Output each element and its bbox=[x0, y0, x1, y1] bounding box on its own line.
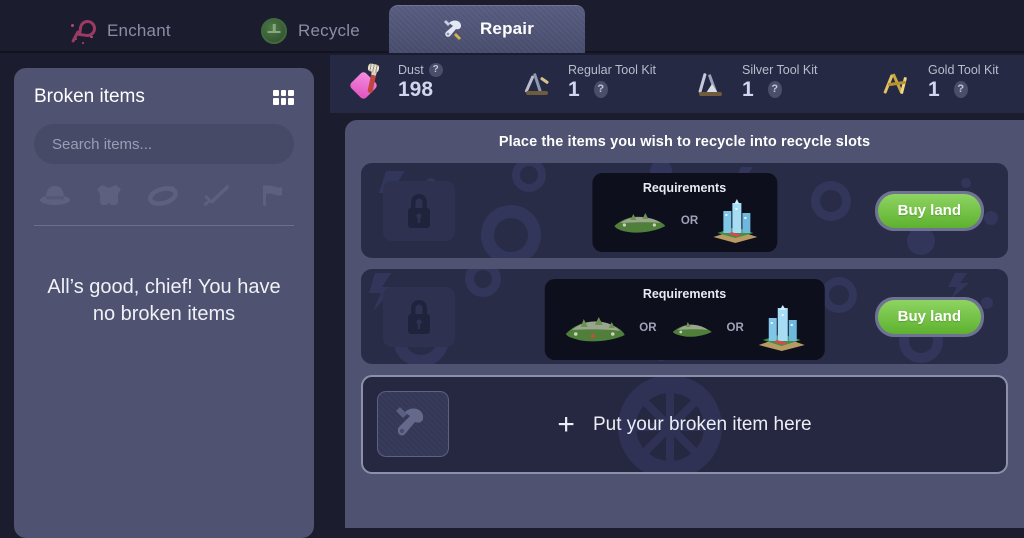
slot-lock-container bbox=[383, 287, 455, 347]
tab-recycle-label: Recycle bbox=[298, 21, 360, 41]
lock-icon bbox=[399, 190, 439, 232]
resource-regular-label: Regular Tool Kit bbox=[568, 63, 656, 77]
dust-crystal-icon bbox=[352, 63, 390, 103]
resource-bar: Dust ? 198 Regular Tool Kit 1 ? bbox=[330, 55, 1024, 113]
city-icon bbox=[711, 199, 759, 243]
resource-gold-value: 1 bbox=[928, 78, 940, 101]
recycle-icon bbox=[261, 18, 287, 44]
hat-icon[interactable] bbox=[38, 181, 72, 211]
broken-items-panel: Broken items bbox=[14, 68, 314, 538]
main-tab-bar: Enchant Recycle Repair bbox=[0, 0, 1024, 53]
city-icon bbox=[757, 305, 807, 351]
recycle-slot-locked-2[interactable]: Requirements OR bbox=[361, 269, 1008, 364]
open-slot-prompt: + Put your broken item here bbox=[557, 410, 811, 440]
tab-recycle[interactable]: Recycle bbox=[239, 8, 382, 53]
resource-regular-value: 1 bbox=[568, 78, 580, 101]
tab-enchant-label: Enchant bbox=[107, 21, 171, 41]
open-slot-label: Put your broken item here bbox=[593, 414, 812, 436]
requirements-title: Requirements bbox=[643, 287, 726, 301]
plus-icon: + bbox=[557, 410, 575, 440]
requirement-or-label: OR bbox=[727, 322, 744, 334]
requirements-title: Requirements bbox=[643, 181, 726, 195]
buy-land-button-1[interactable]: Buy land bbox=[875, 191, 984, 231]
resource-dust[interactable]: Dust ? 198 bbox=[352, 63, 443, 103]
flag-icon[interactable] bbox=[254, 181, 288, 211]
wrench-icon bbox=[392, 401, 434, 447]
tab-repair[interactable]: Repair bbox=[389, 5, 585, 53]
resource-gold-label: Gold Tool Kit bbox=[928, 63, 999, 77]
land-large-icon bbox=[562, 310, 626, 346]
open-slot-placeholder[interactable] bbox=[377, 391, 449, 457]
regular-toolkit-help-icon[interactable]: ? bbox=[594, 81, 608, 98]
lock-icon bbox=[399, 296, 439, 338]
resource-dust-label: Dust bbox=[398, 63, 424, 77]
magic-wand-icon bbox=[70, 18, 96, 44]
silver-toolkit-help-icon[interactable]: ? bbox=[768, 81, 782, 98]
resource-gold-tool-kit[interactable]: Gold Tool Kit 1 ? bbox=[882, 63, 999, 103]
slot-requirements-1: Requirements OR bbox=[592, 173, 777, 252]
dust-help-icon[interactable]: ? bbox=[429, 63, 443, 77]
main-instruction: Place the items you wish to recycle into… bbox=[361, 134, 1008, 150]
slot-lock-container bbox=[383, 181, 455, 241]
page-title: Broken items bbox=[34, 86, 145, 108]
requirement-or-label: OR bbox=[639, 322, 656, 334]
repair-main-panel: Place the items you wish to recycle into… bbox=[345, 120, 1024, 528]
wrench-icon bbox=[440, 16, 466, 42]
grid-view-icon[interactable] bbox=[273, 90, 294, 105]
slot-requirements-2: Requirements OR bbox=[544, 279, 825, 360]
buy-land-label: Buy land bbox=[878, 194, 981, 228]
resource-silver-label: Silver Tool Kit bbox=[742, 63, 818, 77]
requirement-or-label: OR bbox=[681, 215, 698, 227]
empty-state-message: All’s good, chief! You have no broken it… bbox=[34, 274, 294, 328]
item-type-filters bbox=[34, 181, 294, 211]
recycle-slot-open[interactable]: + Put your broken item here bbox=[361, 375, 1008, 474]
sidebar-header: Broken items bbox=[34, 86, 294, 108]
tab-enchant[interactable]: Enchant bbox=[48, 8, 193, 53]
sword-icon[interactable] bbox=[200, 181, 234, 211]
gold-toolkit-help-icon[interactable]: ? bbox=[954, 81, 968, 98]
search-input[interactable] bbox=[34, 124, 294, 164]
shirt-icon[interactable] bbox=[92, 181, 126, 211]
ring-icon[interactable] bbox=[146, 181, 180, 211]
buy-land-button-2[interactable]: Buy land bbox=[875, 297, 984, 337]
recycle-slot-locked-1[interactable]: Requirements OR bbox=[361, 163, 1008, 258]
tab-repair-label: Repair bbox=[480, 19, 534, 39]
resource-silver-tool-kit[interactable]: Silver Tool Kit 1 ? bbox=[696, 63, 818, 103]
regular-toolkit-icon bbox=[522, 63, 560, 103]
resource-dust-value: 198 bbox=[398, 78, 443, 101]
land-icon bbox=[670, 315, 714, 341]
gold-toolkit-icon bbox=[882, 63, 920, 103]
land-icon bbox=[610, 204, 668, 238]
buy-land-label: Buy land bbox=[878, 300, 981, 334]
silver-toolkit-icon bbox=[696, 63, 734, 103]
resource-silver-value: 1 bbox=[742, 78, 754, 101]
resource-regular-tool-kit[interactable]: Regular Tool Kit 1 ? bbox=[522, 63, 656, 103]
sidebar-divider bbox=[34, 225, 294, 226]
